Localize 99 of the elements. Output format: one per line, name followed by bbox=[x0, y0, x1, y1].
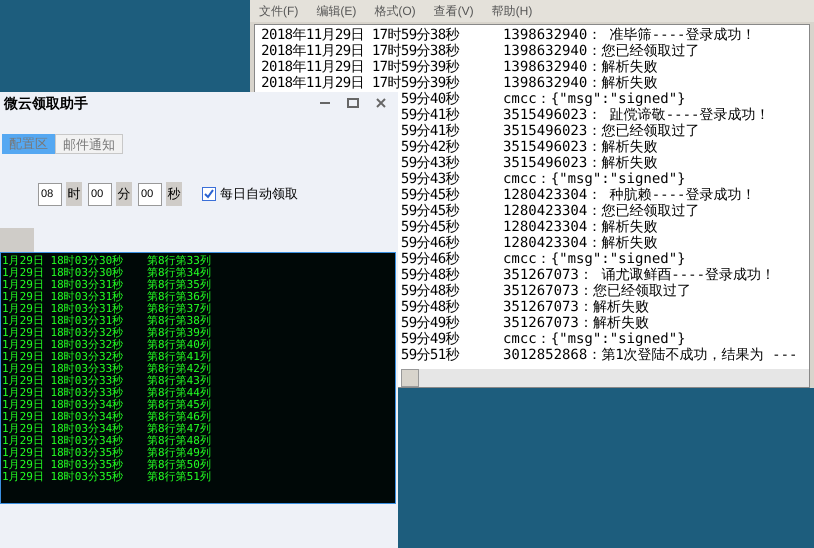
log-message: 351267073： 诵尤诹鲜酉----登录成功！ bbox=[503, 267, 776, 283]
log-message: cmcc：{"msg":"signed"} bbox=[503, 91, 686, 107]
log-time: 59分43秒 bbox=[400, 171, 459, 187]
console-time: 1月29日 18时03分33秒 bbox=[2, 387, 124, 399]
unit-label: 分 bbox=[116, 182, 132, 206]
console-position: 第8行第41列 bbox=[147, 351, 211, 363]
log-time: 59分46秒 bbox=[400, 251, 459, 267]
console-time: 1月29日 18时03分31秒 bbox=[2, 279, 124, 291]
time-input[interactable]: 00 bbox=[88, 182, 112, 206]
log-time: 59分48秒 bbox=[400, 283, 459, 299]
close-icon[interactable] bbox=[374, 96, 388, 110]
log-message: 3515496023： 趾傥谛敬----登录成功！ bbox=[503, 107, 770, 123]
console-position: 第8行第46列 bbox=[147, 411, 211, 423]
console-position: 第8行第43列 bbox=[147, 375, 211, 387]
console-time: 1月29日 18时03分32秒 bbox=[2, 339, 124, 351]
console-position: 第8行第36列 bbox=[147, 291, 211, 303]
console-time: 1月29日 18时03分32秒 bbox=[2, 351, 124, 363]
log-time: 59分49秒 bbox=[400, 331, 459, 347]
horizontal-scrollbar[interactable] bbox=[401, 369, 809, 387]
log-time: 59分46秒 bbox=[400, 235, 459, 251]
console-position: 第8行第35列 bbox=[147, 279, 211, 291]
checkbox[interactable] bbox=[202, 187, 216, 201]
log-time: 59分41秒 bbox=[400, 123, 459, 139]
log-message: 1280423304： 种肮赖----登录成功！ bbox=[503, 187, 756, 203]
log-time: 59分42秒 bbox=[400, 139, 459, 155]
checkbox-label: 每日自动领取 bbox=[220, 185, 298, 204]
console-time: 1月29日 18时03分34秒 bbox=[2, 435, 124, 447]
log-time: 59分48秒 bbox=[400, 299, 459, 315]
console-position: 第8行第34列 bbox=[147, 267, 211, 279]
log-message: 351267073：您已经领取过了 bbox=[503, 283, 691, 299]
log-time: 2018年11月29日 17时59分38秒 bbox=[261, 43, 459, 59]
console-position: 第8行第42列 bbox=[147, 363, 211, 375]
log-message: 351267073：解析失败 bbox=[503, 315, 649, 331]
console-time: 1月29日 18时03分31秒 bbox=[2, 291, 124, 303]
menu-item[interactable]: 查看(V) bbox=[434, 2, 474, 20]
console-position: 第8行第47列 bbox=[147, 423, 211, 435]
log-time: 59分45秒 bbox=[400, 219, 459, 235]
unit-label: 秒 bbox=[166, 182, 182, 206]
log-message: 1398632940：您已经领取过了 bbox=[503, 43, 700, 59]
maximize-icon[interactable] bbox=[346, 96, 360, 110]
log-message: 1398632940：解析失败 bbox=[503, 75, 658, 91]
console-time: 1月29日 18时03分31秒 bbox=[2, 303, 124, 315]
console-position: 第8行第40列 bbox=[147, 339, 211, 351]
log-message: 351267073：解析失败 bbox=[503, 299, 649, 315]
console-position: 第8行第50列 bbox=[147, 459, 211, 471]
console-time: 1月29日 18时03分35秒 bbox=[2, 459, 124, 471]
log-message: 3515496023：解析失败 bbox=[503, 139, 658, 155]
console-time: 1月29日 18时03分35秒 bbox=[2, 471, 124, 483]
log-message: 1280423304：您已经领取过了 bbox=[503, 203, 700, 219]
menu-item[interactable]: 编辑(E) bbox=[316, 2, 356, 20]
log-message: 1398632940：解析失败 bbox=[503, 59, 658, 75]
menu-item[interactable]: 文件(F) bbox=[259, 2, 298, 20]
log-time: 59分40秒 bbox=[400, 91, 459, 107]
window-title: 微云领取助手 bbox=[2, 94, 88, 112]
menu-item[interactable]: 格式(O) bbox=[374, 2, 416, 20]
console-time: 1月29日 18时03分34秒 bbox=[2, 423, 124, 435]
console-position: 第8行第45列 bbox=[147, 399, 211, 411]
console-time: 1月29日 18时03分30秒 bbox=[2, 267, 124, 279]
log-time: 59分41秒 bbox=[400, 107, 459, 123]
unit-label: 时 bbox=[66, 182, 82, 206]
console-time: 1月29日 18时03分32秒 bbox=[2, 327, 124, 339]
log-message: 3515496023：您已经领取过了 bbox=[503, 123, 700, 139]
console-position: 第8行第49列 bbox=[147, 447, 211, 459]
log-time: 2018年11月29日 17时59分39秒 bbox=[261, 75, 459, 91]
log-time: 59分45秒 bbox=[400, 203, 459, 219]
console-position: 第8行第37列 bbox=[147, 303, 211, 315]
console-time: 1月29日 18时03分34秒 bbox=[2, 411, 124, 423]
tab[interactable]: 邮件通知 bbox=[55, 134, 123, 154]
log-time: 59分43秒 bbox=[400, 155, 459, 171]
console-position: 第8行第44列 bbox=[147, 387, 211, 399]
log-time: 59分48秒 bbox=[400, 267, 459, 283]
console-time: 1月29日 18时03分30秒 bbox=[2, 255, 124, 267]
console-position: 第8行第38列 bbox=[147, 315, 211, 327]
log-time: 59分45秒 bbox=[400, 187, 459, 203]
log-message: cmcc：{"msg":"signed"} bbox=[503, 251, 686, 267]
log-time: 59分51秒 bbox=[400, 347, 459, 363]
log-message: 3012852868：第1次登陆不成功，结果为 --- bbox=[503, 347, 798, 363]
log-message: cmcc：{"msg":"signed"} bbox=[503, 171, 686, 187]
log-message: 1280423304：解析失败 bbox=[503, 235, 658, 251]
console-time: 1月29日 18时03分33秒 bbox=[2, 375, 124, 387]
console-time: 1月29日 18时03分31秒 bbox=[2, 315, 124, 327]
console-position: 第8行第51列 bbox=[147, 471, 211, 483]
log-message: 3515496023：解析失败 bbox=[503, 155, 658, 171]
time-input[interactable]: 00 bbox=[138, 182, 162, 206]
console-position: 第8行第39列 bbox=[147, 327, 211, 339]
console-time: 1月29日 18时03分34秒 bbox=[2, 399, 124, 411]
console-position: 第8行第48列 bbox=[147, 435, 211, 447]
scrollbar-thumb[interactable] bbox=[401, 369, 419, 387]
log-time: 2018年11月29日 17时59分38秒 bbox=[261, 27, 459, 43]
log-time: 2018年11月29日 17时59分39秒 bbox=[261, 59, 459, 75]
log-time: 59分49秒 bbox=[400, 315, 459, 331]
log-message: cmcc：{"msg":"signed"} bbox=[503, 331, 686, 347]
log-message: 1398632940： 准毕筛----登录成功！ bbox=[503, 27, 756, 43]
log-message: 1280423304：解析失败 bbox=[503, 219, 658, 235]
console-time: 1月29日 18时03分33秒 bbox=[2, 363, 124, 375]
console-position: 第8行第33列 bbox=[147, 255, 211, 267]
menu-item[interactable]: 帮助(H) bbox=[492, 2, 532, 20]
console-time: 1月29日 18时03分35秒 bbox=[2, 447, 124, 459]
time-input[interactable]: 08 bbox=[38, 182, 62, 206]
